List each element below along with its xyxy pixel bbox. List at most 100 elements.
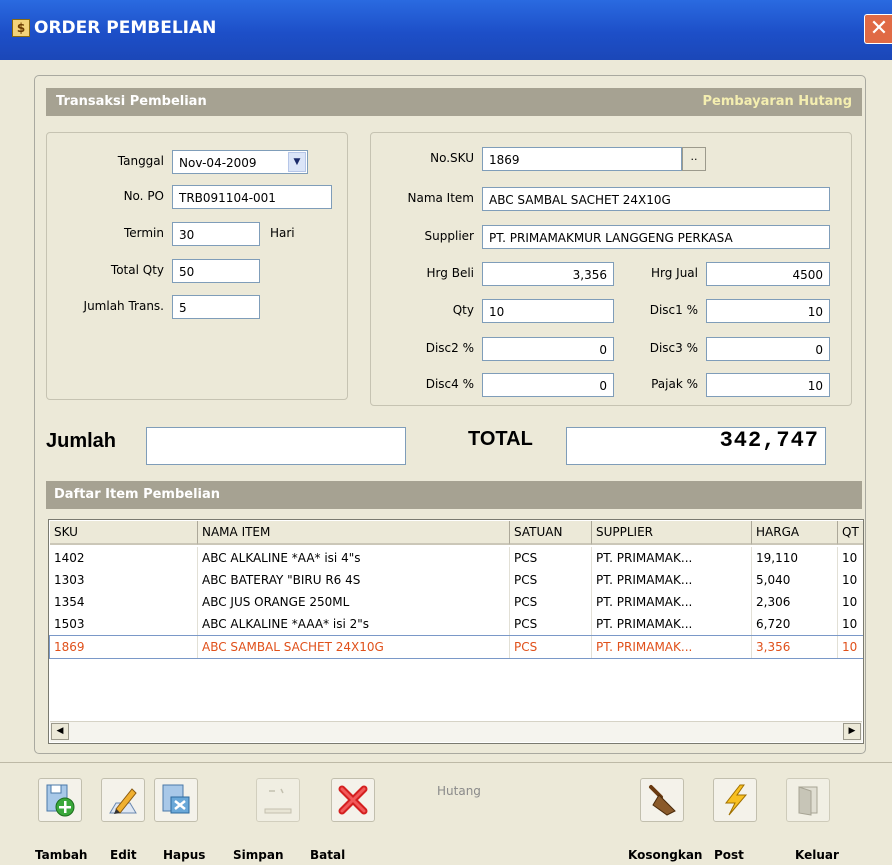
lightning-icon [724, 784, 748, 816]
hrgbeli-field[interactable]: 3,356 [482, 262, 614, 286]
edit-button[interactable] [101, 778, 145, 822]
hutang-label[interactable]: Hutang [437, 784, 481, 798]
items-section-title: Daftar Item Pembelian [54, 487, 221, 502]
cell-sku: 1869 [50, 636, 198, 658]
cell-harga: 3,356 [752, 636, 838, 658]
app-icon: $ [12, 19, 30, 37]
col-header-satuan[interactable]: SATUAN [510, 521, 592, 545]
hrgjual-field[interactable]: 4500 [706, 262, 830, 286]
exit-door-icon [798, 786, 818, 816]
total-label: TOTAL [468, 428, 533, 450]
hrgjual-label: Hrg Jual [650, 266, 698, 280]
disc3-label: Disc3 % [649, 341, 698, 355]
items-grid[interactable]: SKU NAMA ITEM SATUAN SUPPLIER HARGA QT 1… [48, 519, 864, 744]
save-disabled-icon [264, 788, 292, 814]
sku-browse-button[interactable]: .. [682, 147, 706, 171]
cell-harga: 19,110 [752, 547, 838, 569]
disc2-field[interactable]: 0 [482, 337, 614, 361]
cell-sku: 1303 [50, 569, 198, 591]
supplier-field[interactable]: PT. PRIMAMAKMUR LANGGENG PERKASA [482, 225, 830, 249]
header-bar: Transaksi Pembelian Pembayaran Hutang [46, 88, 862, 116]
totalqty-field[interactable]: 50 [172, 259, 260, 283]
nama-item-field[interactable]: ABC SAMBAL SACHET 24X10G [482, 187, 830, 211]
col-header-sku[interactable]: SKU [50, 521, 198, 545]
tambah-label: Tambah [35, 848, 88, 862]
cell-satuan: PCS [510, 613, 592, 635]
hrgbeli-label: Hrg Beli [426, 266, 474, 280]
disc1-field[interactable]: 10 [706, 299, 830, 323]
table-row[interactable]: 1354 ABC JUS ORANGE 250ML PCS PT. PRIMAM… [50, 591, 863, 613]
hapus-button[interactable] [154, 778, 198, 822]
termin-field[interactable]: 30 [172, 222, 260, 246]
cell-harga: 5,040 [752, 569, 838, 591]
cell-sku: 1354 [50, 591, 198, 613]
scroll-left-icon[interactable]: ◀ [51, 723, 69, 740]
cell-nama-item: ABC JUS ORANGE 250ML [198, 591, 510, 613]
cell-nama-item: ABC BATERAY "BIRU R6 4S [198, 569, 510, 591]
post-label: Post [714, 848, 744, 862]
col-header-nama-item[interactable]: NAMA ITEM [198, 521, 510, 545]
post-button[interactable] [713, 778, 757, 822]
table-row[interactable]: 1503 ABC ALKALINE *AAA* isi 2"s PCS PT. … [50, 613, 863, 635]
cell-nama-item: ABC ALKALINE *AA* isi 4"s [198, 547, 510, 569]
simpan-label: Simpan [233, 848, 284, 862]
supplier-label: Supplier [424, 229, 474, 243]
nopo-field[interactable]: TRB091104-001 [172, 185, 332, 209]
table-row-selected[interactable]: 1869 ABC SAMBAL SACHET 24X10G PCS PT. PR… [49, 635, 863, 659]
broom-icon [649, 785, 676, 816]
toolbar-divider [0, 762, 892, 763]
sku-field[interactable]: 1869 [482, 147, 682, 171]
jumlahtrans-field[interactable]: 5 [172, 295, 260, 319]
kosongkan-button[interactable] [640, 778, 684, 822]
title-bar: $ ORDER PEMBELIAN ✕ [0, 0, 892, 60]
col-header-qty[interactable]: QT [838, 521, 863, 545]
tanggal-value: Nov-04-2009 [179, 156, 257, 170]
qty-field[interactable]: 10 [482, 299, 614, 323]
cell-qty: 10 [838, 613, 863, 635]
disc2-label: Disc2 % [425, 341, 474, 355]
cell-supplier: PT. PRIMAMAK... [592, 613, 752, 635]
batal-button[interactable] [331, 778, 375, 822]
disc3-field[interactable]: 0 [706, 337, 830, 361]
cell-satuan: PCS [510, 636, 592, 658]
simpan-button[interactable] [256, 778, 300, 822]
cell-satuan: PCS [510, 591, 592, 613]
delete-document-icon [162, 784, 190, 814]
pembayaran-hutang-link[interactable]: Pembayaran Hutang [703, 94, 852, 109]
cell-supplier: PT. PRIMAMAK... [592, 569, 752, 591]
col-header-supplier[interactable]: SUPPLIER [592, 521, 752, 545]
pajak-label: Pajak % [651, 377, 698, 391]
disc4-field[interactable]: 0 [482, 373, 614, 397]
jumlah-field[interactable] [146, 427, 406, 465]
pajak-field[interactable]: 10 [706, 373, 830, 397]
edit-label: Edit [110, 848, 137, 862]
cell-qty: 10 [838, 569, 863, 591]
keluar-button[interactable] [786, 778, 830, 822]
cell-qty: 10 [838, 636, 863, 658]
cell-harga: 2,306 [752, 591, 838, 613]
cell-qty: 10 [838, 591, 863, 613]
cell-supplier: PT. PRIMAMAK... [592, 636, 752, 658]
cell-sku: 1402 [50, 547, 198, 569]
tanggal-label: Tanggal [117, 154, 164, 168]
tambah-button[interactable] [38, 778, 82, 822]
totalqty-label: Total Qty [110, 263, 164, 277]
sku-label: No.SKU [430, 151, 474, 165]
cell-sku: 1503 [50, 613, 198, 635]
chevron-down-icon[interactable]: ▼ [288, 152, 306, 172]
col-header-harga[interactable]: HARGA [752, 521, 838, 545]
disc4-label: Disc4 % [425, 377, 474, 391]
table-row[interactable]: 1303 ABC BATERAY "BIRU R6 4S PCS PT. PRI… [50, 569, 863, 591]
cell-nama-item: ABC ALKALINE *AAA* isi 2"s [198, 613, 510, 635]
scroll-right-icon[interactable]: ▶ [843, 723, 861, 740]
table-row[interactable]: 1402 ABC ALKALINE *AA* isi 4"s PCS PT. P… [50, 547, 863, 569]
cell-qty: 10 [838, 547, 863, 569]
cell-satuan: PCS [510, 547, 592, 569]
close-button[interactable]: ✕ [864, 14, 892, 44]
nama-item-label: Nama Item [407, 191, 474, 205]
jumlah-label: Jumlah [46, 430, 117, 452]
termin-unit: Hari [270, 226, 295, 240]
tanggal-combo[interactable]: Nov-04-2009 ▼ [172, 150, 308, 174]
keluar-label: Keluar [795, 848, 839, 862]
horizontal-scrollbar[interactable]: ◀ ▶ [50, 721, 862, 742]
